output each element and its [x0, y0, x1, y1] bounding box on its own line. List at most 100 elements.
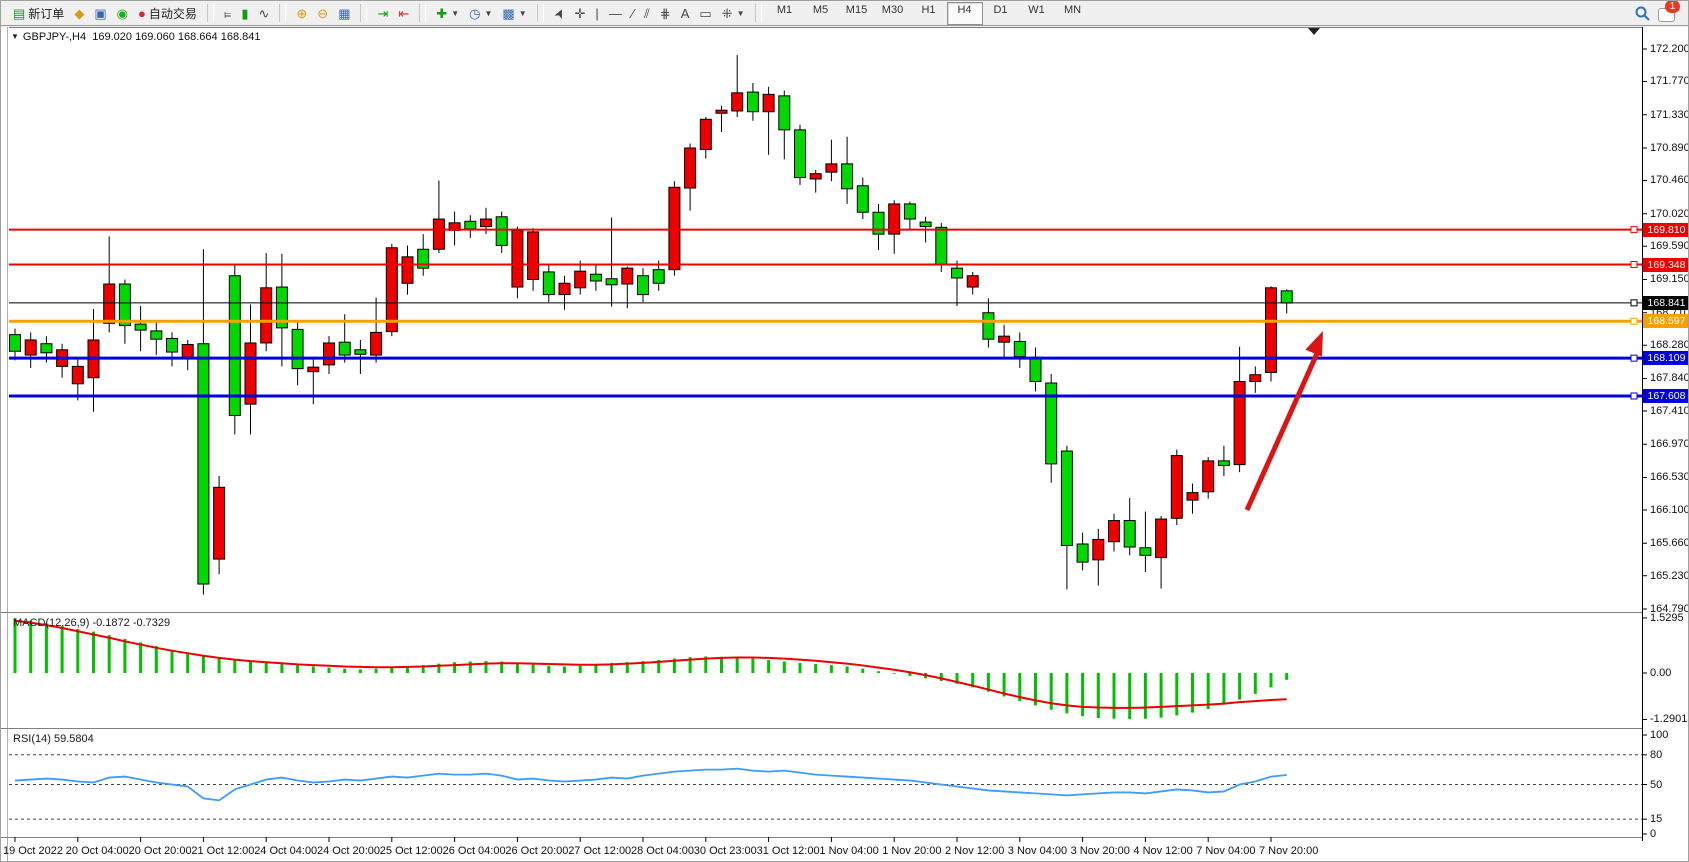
timeframe-m30[interactable]: M30: [875, 2, 911, 25]
line-chart-button[interactable]: ∿: [253, 2, 274, 25]
candle-body: [1250, 375, 1261, 382]
chart-region[interactable]: ▼GBPJPY-,H4 169.020 169.060 168.664 168.…: [1, 27, 1689, 862]
text-button[interactable]: A: [676, 2, 695, 25]
candle-body: [1234, 382, 1245, 465]
timeframe-h1[interactable]: H1: [911, 2, 947, 25]
candle-body: [842, 164, 853, 189]
timeframe-d1[interactable]: D1: [983, 2, 1019, 25]
equidistant-channel-button[interactable]: ⫽: [639, 2, 655, 25]
time-tick-label: 30 Oct 23:00: [694, 845, 757, 857]
toolbar-separator: [755, 4, 762, 22]
chevron-down-icon: ▼: [11, 32, 19, 41]
crosshair-button[interactable]: ✛: [570, 2, 591, 25]
hline-anchor: [1631, 355, 1637, 361]
data-window-button[interactable]: ▣: [89, 2, 111, 25]
macd-label: MACD(12,26,9) -0.1872 -0.7329: [13, 617, 170, 629]
candle-body: [653, 270, 664, 284]
candle-body: [308, 367, 319, 372]
fibonacci-button[interactable]: ⋕: [655, 2, 676, 25]
trendline-button[interactable]: ∕: [627, 2, 639, 25]
autotrading-icon: ●: [138, 7, 146, 20]
candle-body: [214, 487, 225, 559]
candle-body: [261, 288, 272, 343]
price-tick-label: 169.590: [1650, 240, 1689, 252]
candle-body: [465, 221, 476, 229]
candle-body: [1203, 461, 1214, 492]
timeframe-w1[interactable]: W1: [1019, 2, 1055, 25]
templates-dropdown[interactable]: ▩▼: [497, 2, 531, 25]
signals-button[interactable]: ◉: [112, 2, 133, 25]
candle-body: [920, 222, 931, 227]
hline-anchor: [1631, 227, 1637, 233]
timeframe-h4[interactable]: H4: [947, 2, 983, 25]
time-tick-label: 20 Oct 04:00: [66, 845, 129, 857]
cursor-button[interactable]: ➤: [549, 2, 570, 25]
candle-body: [857, 186, 868, 212]
new-order-label: 新订单: [28, 5, 64, 22]
time-tick-label: 26 Oct 04:00: [443, 845, 506, 857]
notifications-button[interactable]: 1: [1658, 4, 1678, 22]
candle-body: [371, 332, 382, 355]
time-tick-label: 7 Nov 04:00: [1196, 845, 1255, 857]
zoom-in-button[interactable]: ⊕: [291, 2, 312, 25]
candle-body: [72, 366, 83, 383]
time-tick-label: 31 Oct 12:00: [757, 845, 820, 857]
time-tick-label: 26 Oct 20:00: [505, 845, 568, 857]
candle-body: [402, 257, 413, 283]
bar-chart-button[interactable]: ⫢: [219, 2, 236, 25]
price-badge: 168.109: [1643, 351, 1689, 365]
tile-windows-button[interactable]: ▦: [333, 2, 355, 25]
candle-body: [983, 313, 994, 339]
timeframe-m5[interactable]: M5: [803, 2, 839, 25]
autotrading-button[interactable]: ● 自动交易: [133, 2, 202, 25]
candle-body: [967, 276, 978, 287]
candle-body: [1014, 341, 1025, 356]
vertical-line-button[interactable]: |: [590, 2, 603, 25]
timeframe-m1[interactable]: M1: [767, 2, 803, 25]
timeframe-mn[interactable]: MN: [1055, 2, 1091, 25]
candle-body: [1218, 461, 1229, 466]
candlestick-chart-button[interactable]: ▮: [236, 2, 253, 25]
candle-body: [999, 336, 1010, 342]
chart-shift-button[interactable]: ⇤: [393, 2, 414, 25]
timeframe-m15[interactable]: M15: [839, 2, 875, 25]
candle-body: [135, 324, 146, 330]
toolbar-separator: [279, 4, 286, 22]
candle-body: [622, 268, 633, 284]
candle-body: [292, 329, 303, 368]
candle-body: [779, 96, 790, 130]
tile-windows-icon: ▦: [338, 7, 350, 20]
candle-body: [1109, 521, 1120, 542]
line-chart-icon: ∿: [258, 7, 269, 20]
candle-body: [528, 232, 539, 280]
metaeditor-button[interactable]: ◆: [69, 2, 89, 25]
candle-body: [826, 164, 837, 172]
auto-scroll-button[interactable]: ⇥: [372, 2, 393, 25]
zoom-out-button[interactable]: ⊖: [312, 2, 333, 25]
text-label-button[interactable]: ▭: [694, 2, 716, 25]
time-tick-label: 1 Nov 20:00: [882, 845, 941, 857]
candle-body: [496, 217, 507, 246]
bar-chart-icon: ⫢: [224, 7, 231, 20]
candle-body: [732, 93, 743, 111]
macd-tick-label: 0.00: [1650, 667, 1671, 679]
candle-body: [41, 344, 52, 353]
time-tick-label: 3 Nov 20:00: [1071, 845, 1130, 857]
auto-scroll-icon: ⇥: [377, 7, 388, 20]
search-icon[interactable]: [1634, 5, 1650, 21]
horizontal-line-button[interactable]: —: [604, 2, 627, 25]
periods-dropdown[interactable]: ◷▼: [464, 2, 497, 25]
candle-body: [481, 219, 492, 227]
macd-tick-label: 1.5295: [1650, 612, 1684, 624]
clock-icon: ◷: [469, 7, 480, 20]
chevron-down-icon: ▼: [519, 9, 527, 18]
arrows-dropdown[interactable]: ⁜▼: [717, 2, 750, 25]
price-tick-label: 170.020: [1650, 208, 1689, 220]
toolbar-separator: [537, 4, 544, 22]
price-tick-label: 166.970: [1650, 438, 1689, 450]
time-tick-label: 4 Nov 12:00: [1133, 845, 1192, 857]
new-order-button[interactable]: ▤ 新订单: [8, 2, 69, 25]
arrows-icon: ⁜: [722, 7, 733, 20]
rsi-tick-label: 15: [1650, 813, 1662, 825]
indicators-dropdown[interactable]: ✚▼: [431, 2, 464, 25]
